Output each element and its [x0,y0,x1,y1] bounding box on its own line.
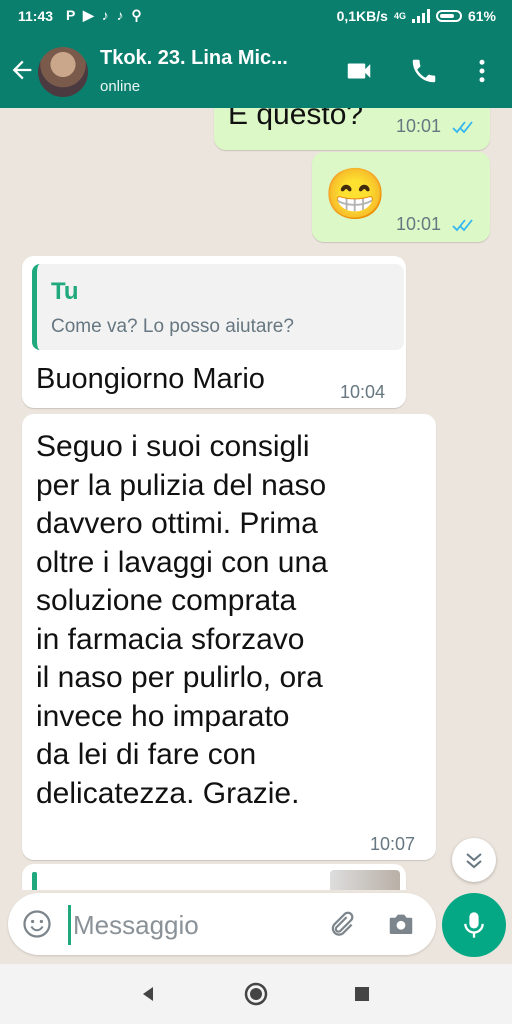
message-line: davvero ottimi. Prima [36,507,318,540]
message-line: il naso per pulirlo, ora [36,661,323,694]
incoming-message-partial[interactable] [22,864,406,890]
message-time: 10:01 [396,116,442,136]
message-time: 10:07 [370,834,416,854]
nav-home-icon[interactable] [244,982,268,1006]
nav-back-icon[interactable] [137,982,161,1006]
message-line: invece ho imparato [36,699,290,733]
voice-message-button[interactable] [442,893,506,957]
incoming-message[interactable]: Tu Come va? Lo posso aiutare? Buongiorno… [22,256,406,408]
message-line: soluzione comprata [36,584,297,617]
quoted-text: Come va? Lo posso aiutare? [51,316,294,337]
quoted-reply[interactable]: Tu Come va? Lo posso aiutare? [32,264,404,350]
chevron-double-down-icon [466,853,482,869]
read-receipt-icon [452,121,473,134]
emoji-grinning-icon: 😁 [324,166,387,222]
more-icon[interactable] [467,56,497,86]
network-type: 4G [393,11,406,21]
message-text: Buongiorno Mario [36,363,265,395]
battery-icon [435,10,462,22]
nav-recents-icon[interactable] [350,982,374,1006]
notification-icons: P ▶ ♪ ♪ ⚲ [66,7,144,23]
attach-icon[interactable] [326,909,356,939]
mic-icon [464,912,484,938]
message-time: 10:04 [340,382,386,402]
phone-icon[interactable] [409,56,439,86]
avatar[interactable] [38,47,88,97]
chat-header: Tkok. 23. Lina Mic... online [0,32,512,108]
network-speed: 0,1KB/s [336,8,388,24]
outgoing-message[interactable]: E questo? 10:01 [214,108,490,150]
contact-status: online [100,78,141,95]
chat-area[interactable]: E questo? 10:01 😁 10:01 Tu Come va? Lo p… [0,108,512,890]
video-call-icon[interactable] [344,56,374,86]
message-time: 10:01 [396,214,442,234]
message-line: per la pulizia del naso [36,468,327,502]
message-line: delicatezza. Grazie. [36,776,300,810]
media-thumbnail[interactable] [330,870,400,890]
message-text: E questo? [228,108,364,131]
outgoing-message[interactable]: 😁 10:01 [312,152,490,242]
battery-level: 61% [467,8,496,24]
message-input[interactable] [68,905,325,945]
emoji-icon[interactable] [22,909,52,939]
message-composer [8,893,436,955]
status-bar: 11:43 P ▶ ♪ ♪ ⚲ 0,1KB/s 4G 61% [0,0,512,32]
camera-icon[interactable] [386,909,416,939]
back-arrow-icon[interactable] [8,56,36,84]
contact-name[interactable]: Tkok. 23. Lina Mic... [100,47,288,70]
message-line: oltre i lavaggi con una [36,545,328,579]
incoming-message[interactable]: Seguo i suoi consigli per la pulizia del… [22,414,436,860]
status-time: 11:43 [18,8,54,24]
message-line: Seguo i suoi consigli [36,430,310,463]
read-receipt-icon [452,219,473,232]
scroll-to-bottom-button[interactable] [452,838,496,882]
quoted-sender: Tu [51,278,79,305]
system-navigation-bar [0,964,512,1024]
message-line: in farmacia sforzavo [36,622,305,656]
signal-icon [411,9,430,23]
message-line: da lei di fare con [36,738,257,771]
